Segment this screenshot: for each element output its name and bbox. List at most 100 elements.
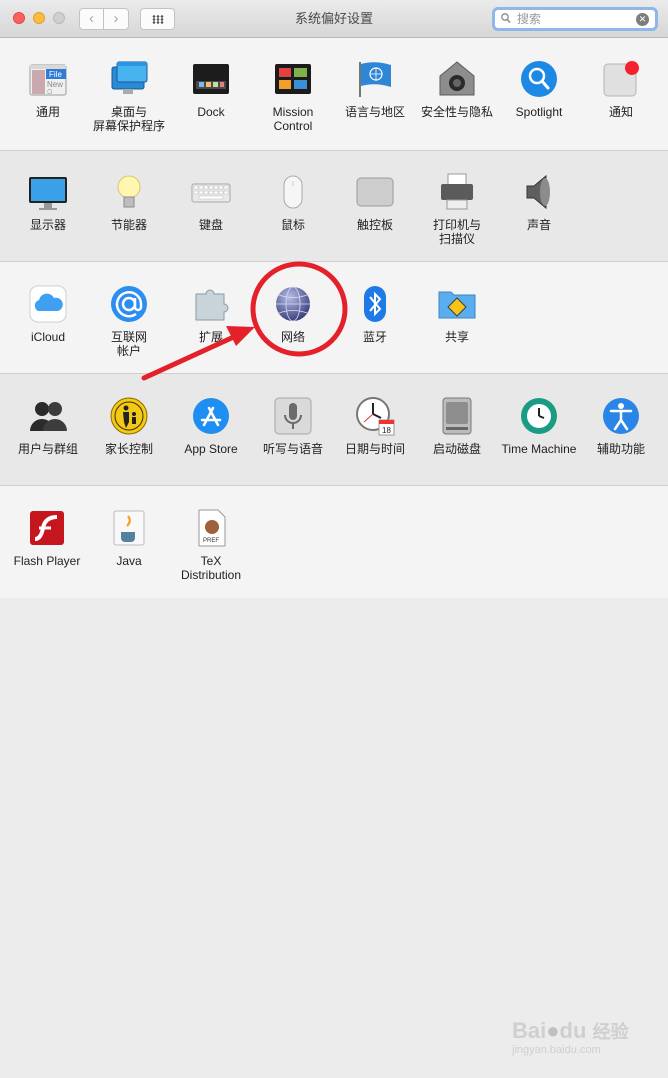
pref-desktop[interactable]: 桌面与 屏幕保护程序	[88, 59, 170, 133]
pref-accessibility-label: 辅助功能	[596, 442, 645, 456]
search-icon	[501, 13, 511, 27]
time-machine-icon	[519, 396, 559, 436]
pref-sharing[interactable]: 共享	[416, 284, 498, 344]
language-icon	[355, 59, 395, 99]
watermark-url: jingyan.baidu.com	[512, 1044, 601, 1056]
pref-parental[interactable]: 家长控制	[88, 396, 170, 456]
pref-users[interactable]: 用户与群组	[7, 396, 89, 456]
pref-network[interactable]: 网络	[252, 284, 334, 344]
show-all-button[interactable]	[140, 8, 175, 30]
datetime-icon: 18	[355, 396, 395, 436]
java-icon	[109, 508, 149, 548]
keyboard-icon	[191, 172, 231, 212]
pref-energy[interactable]: 节能器	[88, 172, 170, 232]
pref-spotlight[interactable]: Spotlight	[498, 59, 580, 119]
dictation-icon	[273, 396, 313, 436]
mission-control-icon	[273, 59, 313, 99]
sound-icon	[519, 172, 559, 212]
section-hardware: 显示器 节能器 键盘 鼠标 触控板 打印机与 扫描仪 声音	[0, 151, 668, 262]
pref-icloud[interactable]: iCloud	[7, 284, 89, 344]
general-o-text: O	[47, 89, 53, 96]
watermark-brand-b: du	[559, 1018, 587, 1043]
pref-flash[interactable]: Flash Player	[6, 508, 88, 568]
pref-time-machine-label: Time Machine	[501, 442, 577, 456]
clear-search-icon[interactable]: ✕	[636, 13, 649, 26]
zoom-window-button[interactable]	[53, 12, 65, 24]
energy-icon	[109, 172, 149, 212]
pref-extensions-label: 扩展	[198, 330, 223, 344]
desktop-icon	[109, 59, 149, 99]
icloud-icon	[28, 284, 68, 324]
pref-java-label: Java	[116, 554, 142, 568]
baidu-watermark: Bai●du 经验 jingyan.baidu.com	[512, 1018, 662, 1078]
minimize-window-button[interactable]	[33, 12, 45, 24]
internet-accounts-icon	[109, 284, 149, 324]
pref-mouse-label: 鼠标	[280, 218, 305, 232]
pref-network-label: 网络	[280, 330, 305, 344]
general-icon: File New O	[28, 59, 68, 99]
search-field[interactable]: ✕	[492, 7, 658, 31]
pref-spotlight-label: Spotlight	[515, 105, 563, 119]
pref-printers[interactable]: 打印机与 扫描仪	[416, 172, 498, 246]
paw-icon: ●	[546, 1018, 560, 1043]
dock-icon	[191, 59, 231, 99]
pref-datetime-label: 日期与时间	[344, 442, 405, 456]
close-window-button[interactable]	[13, 12, 25, 24]
flash-icon	[27, 508, 67, 548]
pref-users-label: 用户与群组	[17, 442, 78, 456]
pref-sound[interactable]: 声音	[498, 172, 580, 232]
pref-dock[interactable]: Dock	[170, 59, 252, 119]
tex-pref-text: PREF	[203, 538, 219, 544]
users-icon	[28, 396, 68, 436]
calendar-day-text: 18	[382, 426, 391, 435]
display-icon	[28, 172, 68, 212]
pref-datetime[interactable]: 18 日期与时间	[334, 396, 416, 456]
search-input[interactable]	[517, 11, 627, 27]
pref-extensions[interactable]: 扩展	[170, 284, 252, 344]
back-button[interactable]: ‹	[79, 8, 104, 30]
title-bar: ‹ › 系统偏好设置 ✕	[0, 0, 668, 38]
pref-display[interactable]: 显示器	[7, 172, 89, 232]
pref-printers-label: 打印机与 扫描仪	[432, 218, 481, 246]
general-file-text: File	[49, 70, 62, 79]
pref-display-label: 显示器	[29, 218, 66, 232]
pref-java[interactable]: Java	[88, 508, 170, 568]
extensions-icon	[191, 284, 231, 324]
pref-language[interactable]: 语言与地区	[334, 59, 416, 119]
chevron-left-icon: ‹	[89, 10, 94, 27]
pref-tex[interactable]: PREF TeX Distribution	[170, 508, 252, 582]
section-system: 用户与群组 家长控制 App Store 听写与语音 18 日期与时间 启动磁盘…	[0, 374, 668, 486]
pref-accessibility[interactable]: 辅助功能	[580, 396, 662, 456]
pref-keyboard[interactable]: 键盘	[170, 172, 252, 232]
pref-internet-accounts[interactable]: 互联网 帐户	[88, 284, 170, 358]
watermark-brand-a: Bai	[512, 1018, 547, 1043]
pref-dictation[interactable]: 听写与语音	[252, 396, 334, 456]
pref-language-label: 语言与地区	[344, 105, 405, 119]
pref-trackpad[interactable]: 触控板	[334, 172, 416, 232]
printer-icon	[437, 172, 477, 212]
pref-security[interactable]: 安全性与隐私	[416, 59, 498, 119]
sharing-icon	[437, 284, 477, 324]
pref-bluetooth[interactable]: 蓝牙	[334, 284, 416, 344]
forward-button[interactable]: ›	[104, 8, 129, 30]
pref-mission-control[interactable]: Mission Control	[252, 59, 334, 133]
bluetooth-icon	[355, 284, 395, 324]
pref-general[interactable]: File New O 通用	[7, 59, 89, 119]
mouse-icon	[273, 172, 313, 212]
tex-icon: PREF	[191, 508, 231, 548]
parental-icon	[109, 396, 149, 436]
section-other: Flash Player Java PREF TeX Distribution …	[0, 486, 668, 1056]
section-personal: File New O 通用 桌面与 屏幕保护程序 Dock Mission Co…	[0, 38, 668, 151]
pref-startup-disk[interactable]: 启动磁盘	[416, 396, 498, 456]
pref-notifications[interactable]: 通知	[580, 59, 662, 119]
general-new-text: New	[47, 80, 63, 89]
chevron-right-icon: ›	[113, 10, 119, 27]
pref-mouse[interactable]: 鼠标	[252, 172, 334, 232]
pref-trackpad-label: 触控板	[356, 218, 393, 232]
pref-time-machine[interactable]: Time Machine	[498, 396, 580, 456]
pref-startup-disk-label: 启动磁盘	[432, 442, 481, 456]
pref-internet-accounts-label: 互联网 帐户	[110, 330, 147, 358]
pref-appstore[interactable]: App Store	[170, 396, 252, 456]
pref-keyboard-label: 键盘	[198, 218, 223, 232]
pref-tex-label: TeX Distribution	[180, 554, 242, 582]
